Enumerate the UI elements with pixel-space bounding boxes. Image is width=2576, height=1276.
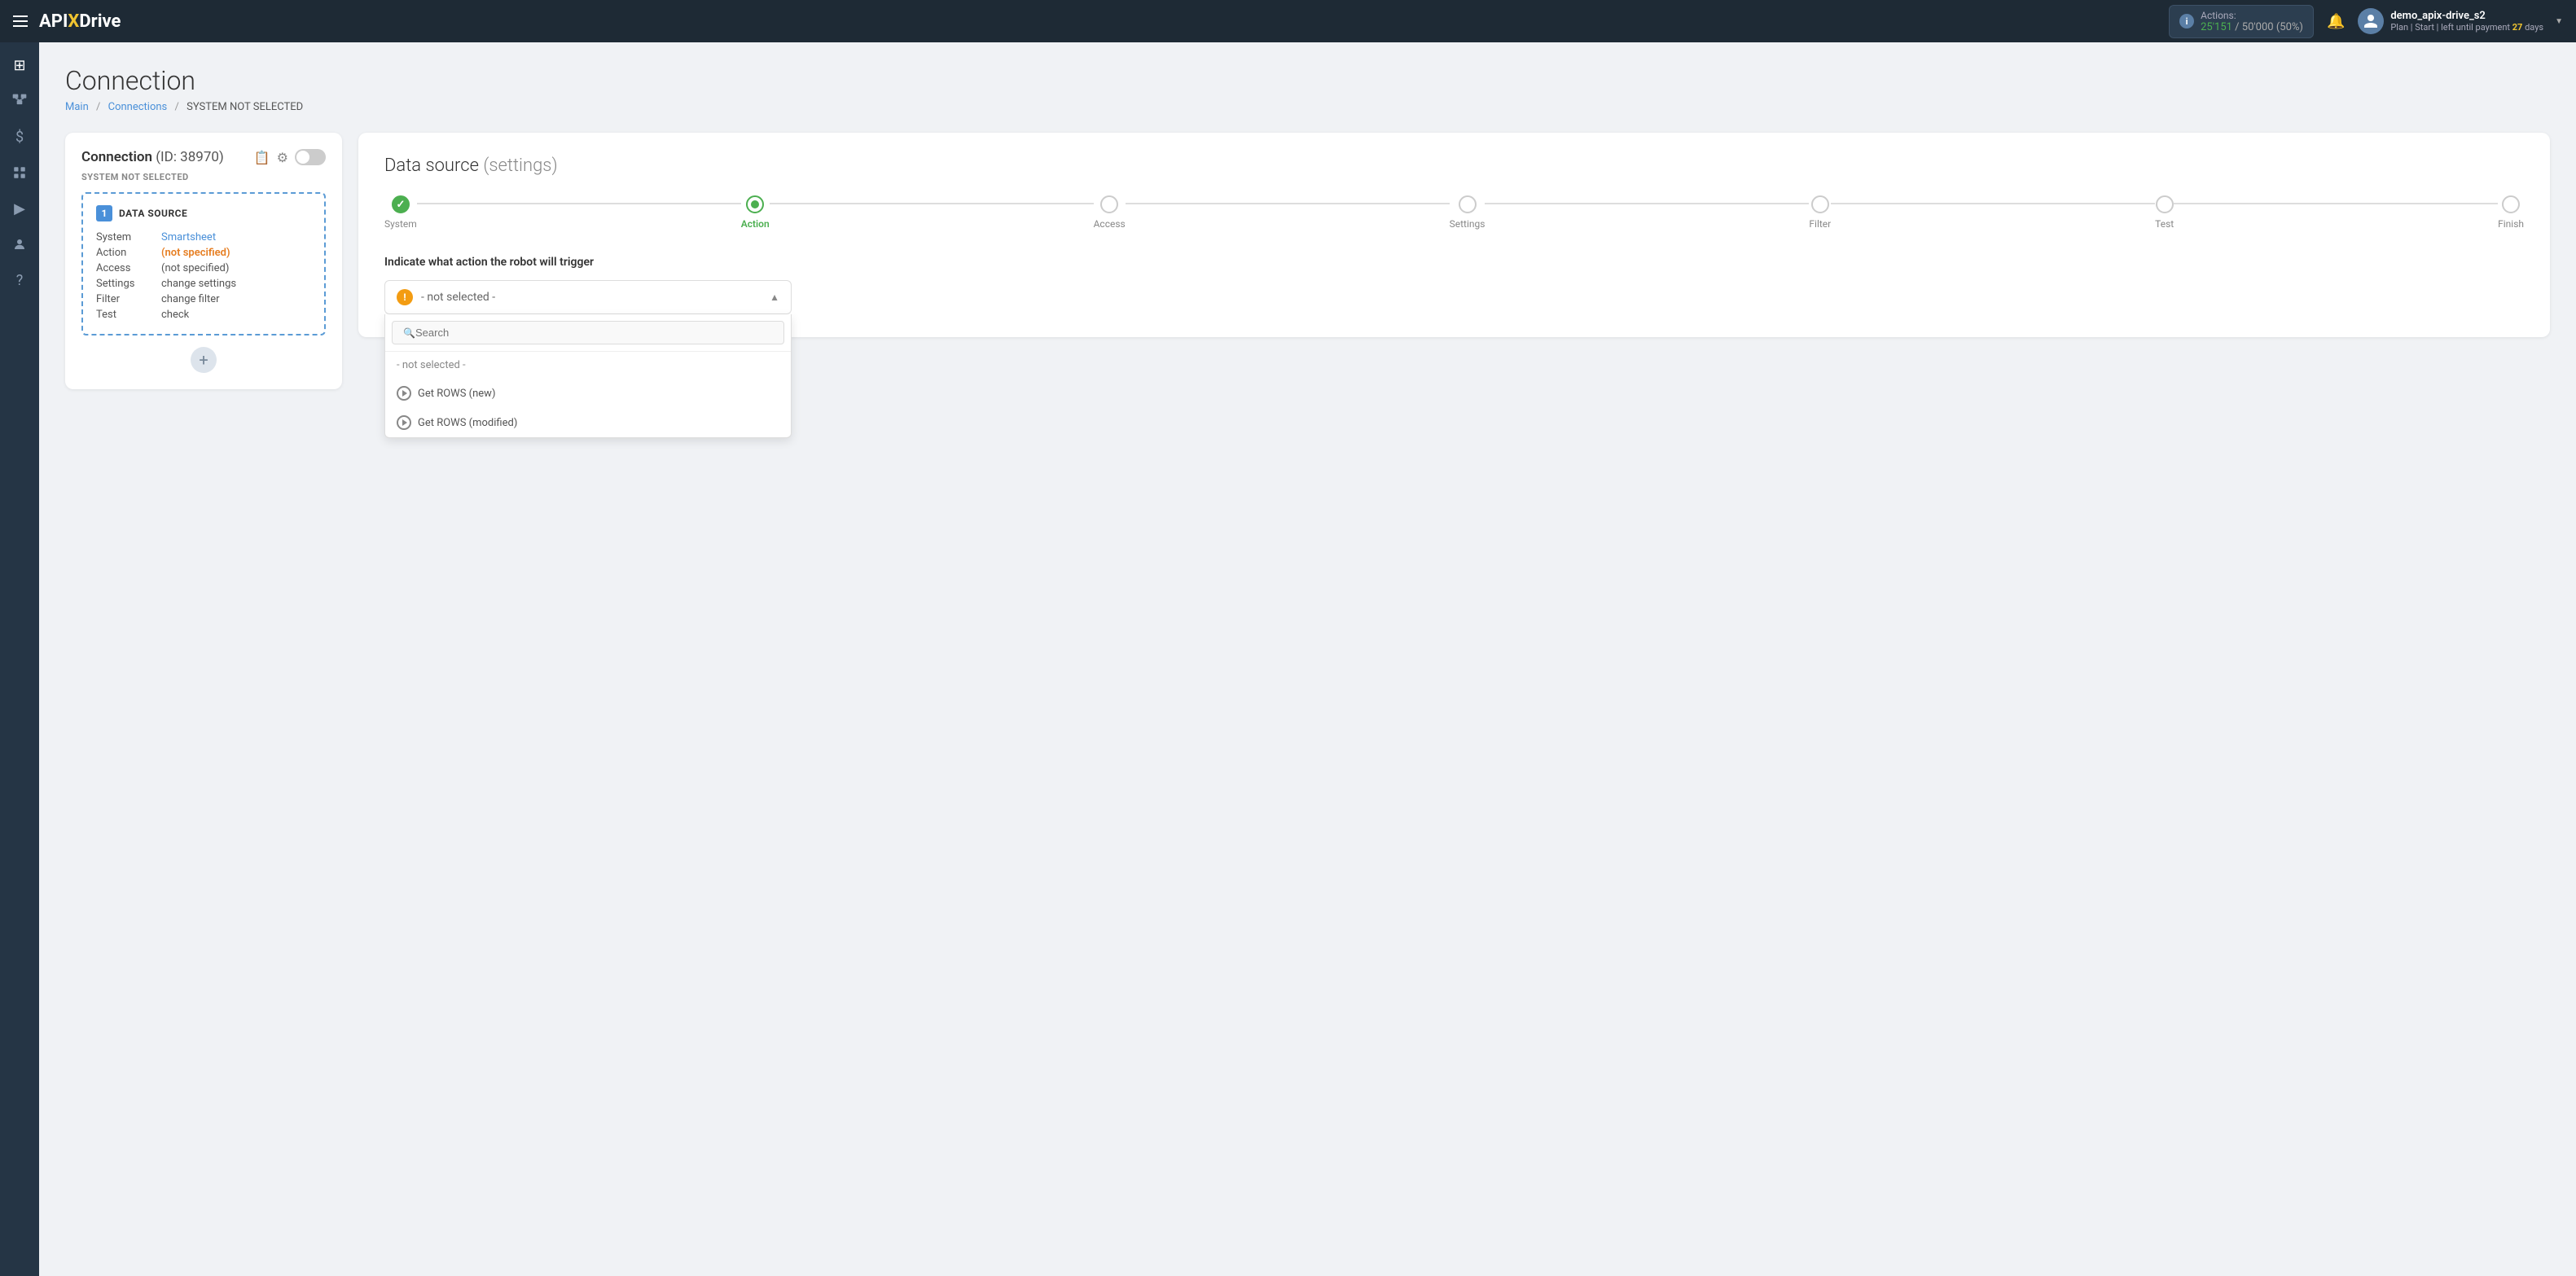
step-label-action: Action (741, 218, 770, 230)
step-finish: Finish (2498, 195, 2524, 230)
table-row: System Smartsheet (96, 230, 311, 245)
search-icon-wrap (392, 321, 784, 344)
step-circle-action (746, 195, 764, 213)
steps-row: System Action Access Setti (384, 195, 2524, 230)
step-label-test: Test (2155, 218, 2174, 230)
table-row: Test check (96, 307, 311, 322)
user-name: demo_apix-drive_s2 (2390, 10, 2543, 22)
step-circle-test (2156, 195, 2174, 213)
step-circle-settings (1459, 195, 1477, 213)
dropdown-search-input[interactable] (392, 321, 784, 344)
step-circle-finish (2502, 195, 2520, 213)
chevron-down-icon: ▼ (2555, 17, 2563, 26)
ds-number: 1 (96, 205, 112, 221)
table-row: Access (not specified) (96, 261, 311, 276)
breadcrumb-main[interactable]: Main (65, 101, 89, 113)
dropdown-option-get-rows-modified[interactable]: Get ROWS (modified) (385, 408, 791, 437)
avatar (2358, 8, 2384, 34)
sidebar-item-billing[interactable]: $ (3, 121, 36, 153)
bell-icon[interactable]: 🔔 (2327, 13, 2345, 30)
connection-card: Connection (ID: 38970) 📋 ⚙ SYSTEM NOT SE… (65, 133, 342, 389)
step-label-filter: Filter (1809, 218, 1831, 230)
step-filter: Filter (1809, 195, 1831, 230)
user-area[interactable]: demo_apix-drive_s2 Plan | Start | left u… (2358, 8, 2563, 34)
step-circle-access (1100, 195, 1118, 213)
sidebar-item-templates[interactable] (3, 156, 36, 189)
settings-card-title: Data source (settings) (384, 156, 2524, 176)
logo: APIXDrive (39, 11, 121, 32)
table-row: Settings change settings (96, 276, 311, 292)
action-dropdown-trigger[interactable]: ! - not selected - ▲ (384, 280, 792, 314)
step-line-6 (2174, 203, 2498, 204)
play-icon (397, 415, 411, 430)
enable-toggle[interactable] (295, 149, 326, 165)
add-block-button[interactable]: + (191, 347, 217, 373)
step-line-1 (417, 203, 741, 204)
step-line-5 (1831, 203, 2155, 204)
action-dropdown-menu: - not selected - Get ROWS (new) Get ROWS… (384, 314, 792, 438)
step-circle-system (392, 195, 410, 213)
actions-count: 25'151 / 50'000 (50%) (2201, 21, 2303, 33)
table-row: Filter change filter (96, 292, 311, 307)
dropdown-selected-value: - not selected - (421, 291, 495, 304)
warning-icon: ! (397, 289, 413, 305)
step-circle-filter (1811, 195, 1829, 213)
system-link[interactable]: Smartsheet (161, 231, 216, 243)
dropdown-search-container (385, 314, 791, 352)
sidebar-item-connections[interactable] (3, 85, 36, 117)
step-action: Action (741, 195, 770, 230)
actions-label: Actions: (2201, 10, 2303, 21)
step-line-2 (770, 203, 1094, 204)
data-source-block: 1 DATA SOURCE System Smartsheet Action (… (81, 192, 326, 335)
navbar: APIXDrive i Actions: 25'151 / 50'000 (50… (0, 0, 2576, 42)
sidebar-item-dashboard[interactable]: ⊞ (3, 49, 36, 81)
connection-card-title: Connection (ID: 38970) (81, 149, 224, 165)
cards-row: Connection (ID: 38970) 📋 ⚙ SYSTEM NOT SE… (65, 133, 2550, 389)
action-link[interactable]: (not specified) (161, 247, 230, 259)
ds-label: DATA SOURCE (119, 208, 187, 219)
step-label-settings: Settings (1450, 218, 1485, 230)
step-label-system: System (384, 218, 417, 230)
copy-icon[interactable]: 📋 (254, 150, 270, 165)
info-icon: i (2179, 14, 2194, 29)
step-label-access: Access (1094, 218, 1126, 230)
breadcrumb-connections[interactable]: Connections (108, 101, 168, 113)
sidebar-item-account[interactable] (3, 228, 36, 261)
user-plan: Plan | Start | left until payment 27 day… (2390, 22, 2543, 33)
sidebar-item-tutorials[interactable]: ▶ (3, 192, 36, 225)
play-icon (397, 386, 411, 401)
step-test: Test (2155, 195, 2174, 230)
ds-table: System Smartsheet Action (not specified)… (96, 230, 311, 322)
dropdown-option-not-selected[interactable]: - not selected - (385, 352, 791, 379)
step-label-finish: Finish (2498, 218, 2524, 230)
step-settings: Settings (1450, 195, 1485, 230)
table-row: Action (not specified) (96, 245, 311, 261)
step-line-3 (1126, 203, 1450, 204)
step-line-4 (1485, 203, 1809, 204)
add-btn-area: + (81, 347, 326, 373)
sidebar: ⊞ $ ▶ ? (0, 42, 39, 1276)
dropdown-chevron-icon: ▲ (770, 292, 779, 303)
breadcrumb: Main / Connections / SYSTEM NOT SELECTED (65, 101, 2550, 113)
breadcrumb-current: SYSTEM NOT SELECTED (187, 101, 303, 113)
gear-icon[interactable]: ⚙ (277, 150, 288, 165)
content-area: Connection Main / Connections / SYSTEM N… (39, 42, 2576, 1276)
page-title: Connection (65, 65, 2550, 96)
action-dropdown-container: ! - not selected - ▲ - not selected - (384, 280, 792, 314)
step-system: System (384, 195, 417, 230)
settings-card: Data source (settings) System Action (358, 133, 2550, 337)
dropdown-option-get-rows-new[interactable]: Get ROWS (new) (385, 379, 791, 408)
actions-badge: i Actions: 25'151 / 50'000 (50%) (2169, 5, 2314, 38)
sidebar-item-help[interactable]: ? (3, 264, 36, 296)
step-access: Access (1094, 195, 1126, 230)
system-not-selected-label: SYSTEM NOT SELECTED (81, 172, 326, 182)
hamburger-button[interactable] (13, 15, 28, 27)
indicate-label: Indicate what action the robot will trig… (384, 256, 2524, 269)
